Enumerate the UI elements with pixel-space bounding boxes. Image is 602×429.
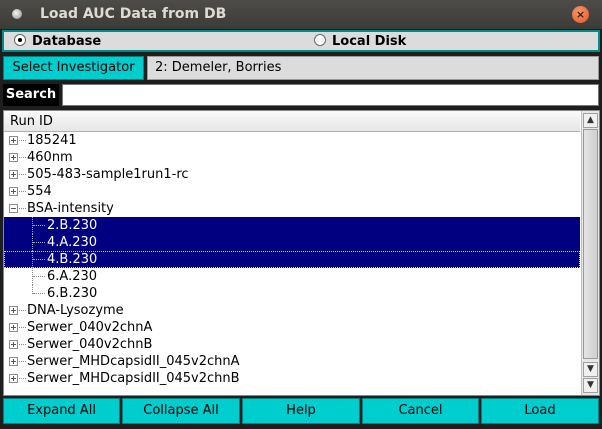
run-id-column-header[interactable]: Run ID	[4, 111, 580, 132]
tree-connector	[19, 157, 26, 158]
search-label: Search	[3, 84, 59, 106]
tree-child-item[interactable]: 6.A.230	[4, 268, 580, 285]
tree-child-item[interactable]: 2.B.230	[4, 217, 580, 234]
run-tree[interactable]: Run ID 185241 460nm 505-483-sample1run1-rc…	[3, 110, 600, 396]
tree-item-label: 185241	[27, 133, 77, 148]
tree-item-label: BSA-intensity	[27, 201, 114, 216]
database-radio-label: Database	[32, 34, 102, 49]
tree-item[interactable]: Serwer_MHDcapsidII_045v2chnB	[4, 370, 580, 387]
dialog-content: Database Local Disk Select Investigator …	[0, 29, 602, 429]
expand-icon[interactable]	[9, 306, 18, 315]
scroll-down-icon-secondary[interactable]: ▼	[583, 378, 598, 393]
tree-item-label: 6.B.230	[47, 286, 98, 301]
help-button[interactable]: Help	[242, 398, 360, 424]
tree-item-label: 554	[27, 184, 52, 199]
tree-item[interactable]: Serwer_040v2chnB	[4, 336, 580, 353]
expand-icon[interactable]	[9, 374, 18, 383]
tree-connector	[19, 378, 26, 379]
expand-icon[interactable]	[9, 170, 18, 179]
tree-item-label: 6.A.230	[47, 269, 98, 284]
source-selector: Database Local Disk	[2, 30, 600, 52]
tree-item-label: 505-483-sample1run1-rc	[27, 167, 189, 182]
scroll-up-icon[interactable]: ▲	[583, 113, 598, 128]
window-menu-icon[interactable]	[12, 9, 22, 19]
tree-item-label: 4.B.230	[47, 252, 98, 267]
tree-connector	[19, 174, 26, 175]
tree-rows: 185241 460nm 505-483-sample1run1-rc 554 BSA-…	[4, 132, 580, 395]
button-bar: Expand All Collapse All Help Cancel Load	[0, 398, 602, 426]
tree-connector	[19, 310, 26, 311]
radio-checked-icon	[14, 34, 26, 46]
database-radio[interactable]: Database	[14, 34, 101, 49]
tree-item[interactable]: 505-483-sample1run1-rc	[4, 166, 580, 183]
tree-item[interactable]: DNA-Lysozyme	[4, 302, 580, 319]
tree-item-label: 460nm	[27, 150, 73, 165]
tree-item-label: DNA-Lysozyme	[27, 303, 124, 318]
expand-icon[interactable]	[9, 357, 18, 366]
tree-item[interactable]: 554	[4, 183, 580, 200]
tree-connector	[33, 293, 45, 294]
vertical-scrollbar[interactable]: ▲ ▼ ▼	[581, 111, 599, 395]
scroll-down-icon[interactable]: ▼	[583, 362, 598, 377]
tree-item[interactable]: BSA-intensity	[4, 200, 580, 217]
tree-item-label: Serwer_040v2chnA	[27, 320, 153, 335]
tree-item-label: Serwer_040v2chnB	[27, 337, 153, 352]
collapse-all-button[interactable]: Collapse All	[122, 398, 240, 424]
expand-all-button[interactable]: Expand All	[3, 398, 120, 424]
cancel-button[interactable]: Cancel	[362, 398, 479, 424]
tree-item-label: 4.A.230	[47, 235, 98, 250]
window-title: Load AUC Data from DB	[40, 6, 227, 22]
close-icon[interactable]: ×	[572, 6, 589, 23]
search-input[interactable]	[62, 84, 599, 106]
expand-icon[interactable]	[9, 153, 18, 162]
tree-connector	[33, 259, 45, 260]
tree-connector	[19, 344, 26, 345]
tree-connector	[19, 208, 26, 209]
expand-icon[interactable]	[9, 340, 18, 349]
tree-child-item[interactable]: 4.B.230	[4, 251, 580, 268]
select-investigator-button[interactable]: Select Investigator	[3, 56, 144, 80]
local-disk-radio[interactable]: Local Disk	[314, 34, 406, 49]
local-disk-radio-label: Local Disk	[332, 34, 407, 49]
tree-child-item[interactable]: 4.A.230	[4, 234, 580, 251]
tree-item-label: 2.B.230	[47, 218, 98, 233]
tree-item[interactable]: 460nm	[4, 149, 580, 166]
load-button[interactable]: Load	[481, 398, 599, 424]
tree-connector	[19, 361, 26, 362]
tree-item-label: Serwer_MHDcapsidII_045v2chnB	[27, 371, 240, 386]
radio-unchecked-icon	[314, 34, 326, 46]
tree-connector	[19, 327, 26, 328]
expand-icon[interactable]	[9, 323, 18, 332]
tree-child-item[interactable]: 6.B.230	[4, 285, 580, 302]
tree-connector	[33, 225, 45, 226]
tree-connector	[19, 140, 26, 141]
tree-item[interactable]: 185241	[4, 132, 580, 149]
tree-item[interactable]: Serwer_MHDcapsidII_045v2chnA	[4, 353, 580, 370]
collapse-icon[interactable]	[9, 204, 18, 213]
expand-icon[interactable]	[9, 187, 18, 196]
tree-connector	[33, 276, 45, 277]
tree-item[interactable]: Serwer_040v2chnA	[4, 319, 580, 336]
investigator-field: 2: Demeler, Borries	[147, 56, 599, 80]
tree-connector	[33, 242, 45, 243]
expand-icon[interactable]	[9, 136, 18, 145]
tree-connector	[19, 191, 26, 192]
title-bar: Load AUC Data from DB ×	[0, 0, 602, 29]
tree-item-label: Serwer_MHDcapsidII_045v2chnA	[27, 354, 240, 369]
scroll-thumb[interactable]	[583, 129, 598, 359]
